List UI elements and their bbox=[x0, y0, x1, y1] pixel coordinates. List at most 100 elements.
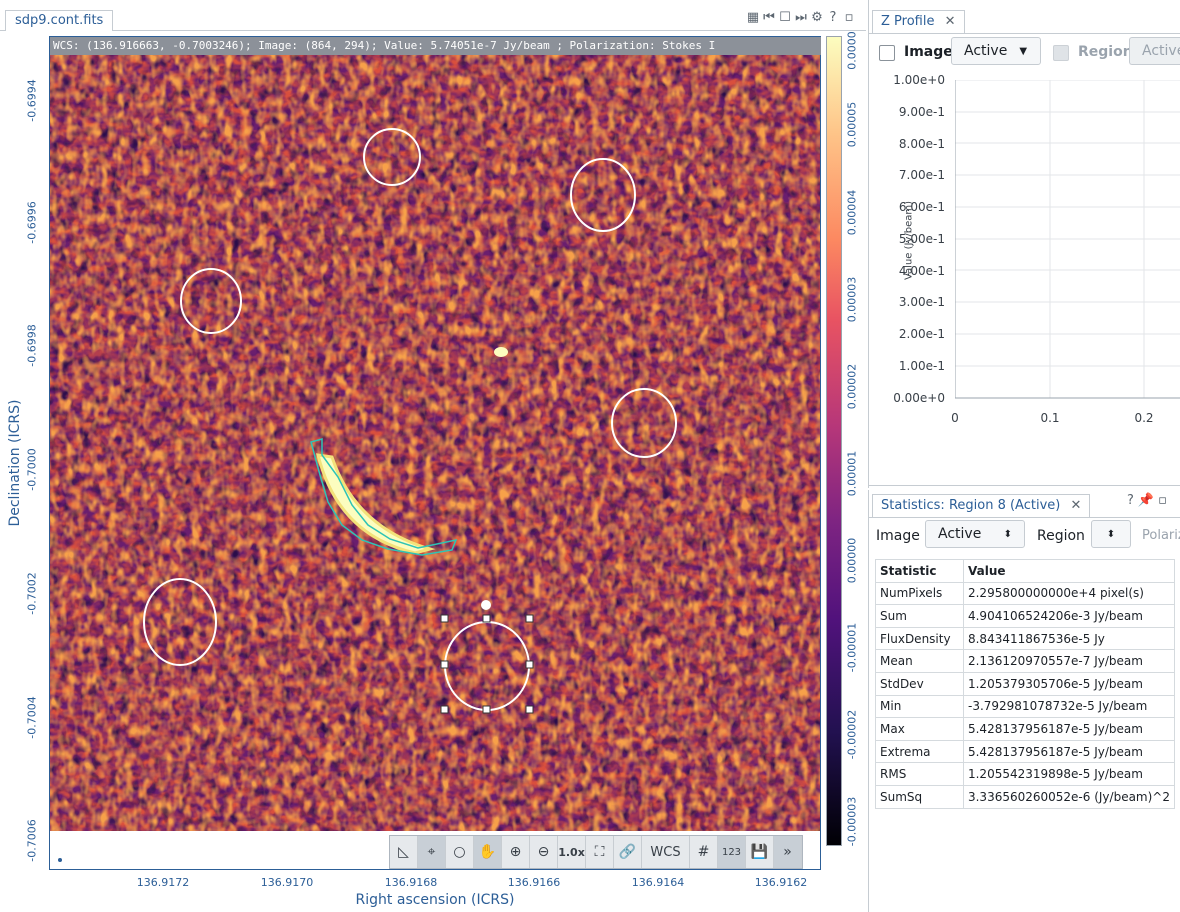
table-header: Value bbox=[962, 559, 1176, 583]
table-row: SumSq 3.336560260052e-6 (Jy/beam)^2 bbox=[875, 784, 1176, 809]
pin-icon[interactable]: 📌 bbox=[1138, 493, 1154, 508]
y-tick: -0.7002 bbox=[25, 572, 39, 615]
square-icon[interactable]: ☐ bbox=[778, 10, 792, 25]
first-frame-icon[interactable]: ⏮ bbox=[762, 10, 776, 25]
link-icon[interactable]: 🔗 bbox=[614, 836, 642, 868]
x-tick: 136.9168 bbox=[384, 876, 438, 889]
z-profile-panel: Z Profile ✕ Image Active ▼ Region Active… bbox=[868, 0, 1180, 488]
colorbar-tick: 0.00002 bbox=[845, 363, 859, 410]
zprofile-x-tick: 0.1 bbox=[1040, 411, 1060, 425]
stats-image-select-value: Active bbox=[938, 526, 982, 542]
cursor-info-bar: WCS: (136.916663, -0.7003246); Image: (8… bbox=[50, 37, 821, 55]
x-tick: 136.9166 bbox=[507, 876, 561, 889]
gear-icon[interactable]: ⚙ bbox=[810, 10, 824, 25]
stat-value: 1.205379305706e-5 Jy/beam bbox=[962, 671, 1176, 696]
zoom-level-button[interactable]: 1.0x bbox=[558, 836, 586, 868]
region-select[interactable]: Active bbox=[1129, 37, 1180, 65]
zprofile-tab[interactable]: Z Profile ✕ bbox=[872, 10, 965, 33]
image-select[interactable]: Active ▼ bbox=[951, 37, 1041, 65]
bright-source bbox=[494, 347, 508, 357]
region-checkbox[interactable] bbox=[1053, 45, 1069, 61]
colorbar-tick: 0.00001 bbox=[845, 450, 859, 497]
stat-name: Mean bbox=[875, 649, 964, 673]
zprofile-x-tick: 0.2 bbox=[1134, 411, 1154, 425]
close-icon[interactable]: ✕ bbox=[945, 14, 956, 29]
table-row: Extrema 5.428137956187e-5 Jy/beam bbox=[875, 739, 1176, 764]
stats-image-select[interactable]: Active ⬍ bbox=[925, 520, 1025, 548]
help-icon[interactable]: ? bbox=[1127, 493, 1134, 508]
table-row: Min -3.792981078732e-5 Jy/beam bbox=[875, 694, 1176, 719]
x-tick: 136.9172 bbox=[136, 876, 190, 889]
x-tick: 136.9164 bbox=[631, 876, 685, 889]
zprofile-y-tick: 4.00e-1 bbox=[898, 264, 945, 278]
region-label: Region bbox=[1078, 44, 1133, 60]
statistics-table: Statistic Value NumPixels 2.295800000000e… bbox=[875, 559, 1176, 809]
zoom-out-icon[interactable]: ⊖ bbox=[530, 836, 558, 868]
stat-name: Extrema bbox=[875, 739, 964, 764]
y-axis-label: Declination (ICRS) bbox=[7, 399, 23, 527]
close-icon[interactable]: ✕ bbox=[1070, 498, 1081, 513]
zprofile-y-tick: 1.00e+0 bbox=[893, 73, 945, 87]
grid-layout-icon[interactable]: ▦ bbox=[746, 10, 760, 25]
image-viewer-panel: sdp9.cont.fits ▦ ⏮ ☐ ⏭ ⚙ ? ▫ WCS: (136.9… bbox=[0, 0, 866, 912]
y-tick: -0.6994 bbox=[25, 79, 39, 122]
crosshair-icon[interactable]: ⌖ bbox=[418, 836, 446, 868]
table-header: Statistic bbox=[875, 559, 964, 583]
stat-value: 5.428137956187e-5 Jy/beam bbox=[962, 717, 1176, 741]
stats-image-label: Image bbox=[876, 528, 920, 544]
colorbar[interactable] bbox=[826, 36, 842, 846]
save-icon[interactable]: 💾 bbox=[746, 836, 774, 868]
stat-name: SumSq bbox=[875, 784, 964, 809]
stats-tab[interactable]: Statistics: Region 8 (Active) ✕ bbox=[872, 494, 1091, 517]
stat-value: 8.843411867536e-5 Jy bbox=[962, 626, 1176, 651]
colorbar-tick: 0.0000 bbox=[845, 31, 859, 70]
pan-hand-icon[interactable]: ✋ bbox=[474, 836, 502, 868]
zprofile-y-tick: 8.00e-1 bbox=[898, 137, 945, 151]
next-frame-icon[interactable]: ⏭ bbox=[794, 10, 808, 25]
viewer-tab[interactable]: sdp9.cont.fits bbox=[5, 10, 114, 31]
maximize-icon[interactable]: ▫ bbox=[1158, 493, 1167, 508]
caret-updown-icon: ⬍ bbox=[1003, 528, 1012, 540]
region-select-value: Active bbox=[1142, 43, 1180, 59]
table-row: RMS 1.205542319898e-5 Jy/beam bbox=[875, 762, 1176, 786]
zprofile-y-tick: 2.00e-1 bbox=[898, 327, 945, 341]
expand-toolbar-icon[interactable]: » bbox=[774, 836, 802, 868]
colorbar-tick: 0.00004 bbox=[845, 189, 859, 236]
stat-name: Min bbox=[875, 694, 964, 719]
colorbar-tick: -0.00001 bbox=[845, 622, 859, 673]
overlay-numbers-button[interactable]: 123 bbox=[718, 836, 746, 868]
help-icon[interactable]: ? bbox=[826, 10, 840, 25]
grid-overlay-icon[interactable]: # bbox=[690, 836, 718, 868]
zprofile-x-tick: 0 bbox=[951, 411, 959, 425]
zoom-in-icon[interactable]: ⊕ bbox=[502, 836, 530, 868]
stat-value: 4.904106524206e-3 Jy/beam bbox=[962, 604, 1176, 628]
fit-to-screen-icon[interactable]: ⛶ bbox=[586, 836, 614, 868]
stats-polarization-label: Polariz bbox=[1142, 528, 1180, 543]
distance-measure-icon[interactable]: ◺ bbox=[390, 836, 418, 868]
circle-region-tool-icon[interactable]: ○ bbox=[446, 836, 474, 868]
stats-header-icons: ? 📌 ▫ bbox=[1127, 493, 1167, 508]
y-tick: -0.6998 bbox=[25, 324, 39, 367]
colorbar-tick: 0.00003 bbox=[845, 276, 859, 323]
table-row: StdDev 1.205379305706e-5 Jy/beam bbox=[875, 671, 1176, 696]
zprofile-y-tick: 0.00e+0 bbox=[893, 391, 945, 405]
table-row: Mean 2.136120970557e-7 Jy/beam bbox=[875, 649, 1176, 673]
table-row: FluxDensity 8.843411867536e-5 Jy bbox=[875, 626, 1176, 651]
stats-region-select[interactable]: ⬍ bbox=[1091, 520, 1131, 548]
viewer-tab-strip: sdp9.cont.fits ▦ ⏮ ☐ ⏭ ⚙ ? ▫ bbox=[0, 0, 866, 31]
zprofile-y-tick: 7.00e-1 bbox=[898, 168, 945, 182]
image-toolbar: ◺ ⌖ ○ ✋ ⊕ ⊖ 1.0x ⛶ 🔗 WCS # 123 💾 » bbox=[389, 835, 803, 869]
table-header-row: Statistic Value bbox=[875, 559, 1176, 583]
fits-image[interactable] bbox=[50, 37, 821, 831]
y-tick: -0.6996 bbox=[25, 201, 39, 244]
x-tick: 136.9170 bbox=[260, 876, 314, 889]
table-row: Sum 4.904106524206e-3 Jy/beam bbox=[875, 604, 1176, 628]
stat-value: 2.136120970557e-7 Jy/beam bbox=[962, 649, 1176, 673]
stat-value: 5.428137956187e-5 Jy/beam bbox=[962, 739, 1176, 764]
wcs-button[interactable]: WCS bbox=[642, 836, 690, 868]
zprofile-y-tick: 3.00e-1 bbox=[898, 295, 945, 309]
zprofile-plot[interactable] bbox=[955, 80, 1180, 400]
image-canvas[interactable] bbox=[50, 37, 821, 831]
image-checkbox[interactable] bbox=[879, 45, 895, 61]
stat-name: Sum bbox=[875, 604, 964, 628]
